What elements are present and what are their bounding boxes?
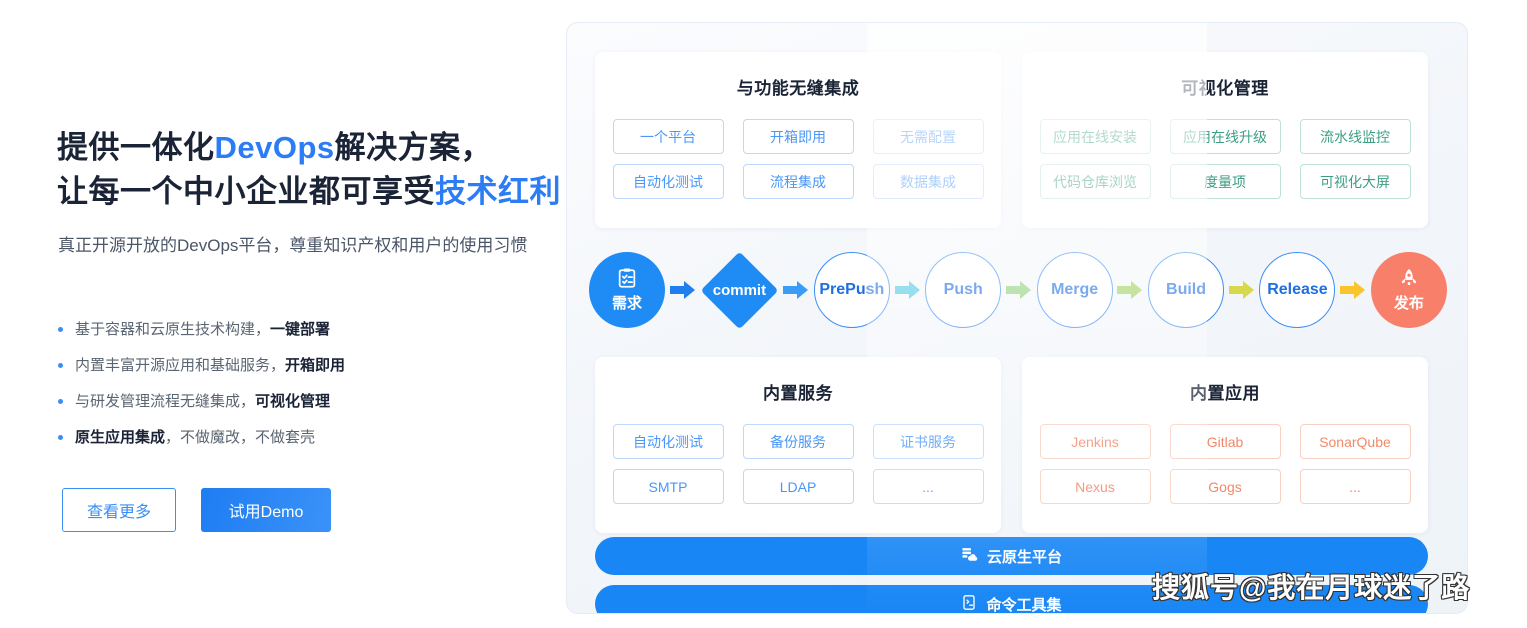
view-more-button[interactable]: 查看更多 [62,488,176,532]
pipeline-node-push[interactable]: Push [925,252,1002,328]
card-builtin-services: 内置服务 自动化测试 备份服务 证书服务 SMTP LDAP ... [595,357,1001,533]
tag-item[interactable]: 流水线监控 [1299,119,1411,154]
page-title: 提供一体化DevOps解决方案， 让每一个中小企业都可享受技术红利 [57,126,561,214]
tag-item[interactable]: 无需配置 [872,119,984,154]
tag-item[interactable]: 代码仓库浏览 [1039,164,1151,199]
architecture-diagram-panel: 与功能无缝集成 一个平台 开箱即用 无需配置 自动化测试 流程集成 数据集成 可… [566,22,1468,614]
tag-item[interactable]: Jenkins [1039,424,1151,459]
try-demo-button[interactable]: 试用Demo [201,488,331,532]
devops-pipeline-flow: 需求 commit PrePush Push Merge Build Relea… [589,235,1447,345]
tag-grid: 一个平台 开箱即用 无需配置 自动化测试 流程集成 数据集成 [595,119,1001,199]
watermark-text: 搜狐号@我在月球迷了路 [1152,572,1471,603]
terminal-icon [961,594,977,614]
pipeline-node-publish[interactable]: 发布 [1370,252,1447,328]
headline-part: 让每一个中小企业都可享受 [57,174,435,209]
tag-item[interactable]: 一个平台 [612,119,724,154]
tag-item[interactable]: 应用在线安装 [1039,119,1151,154]
bullet-emphasis: 原生应用集成 [75,429,166,446]
tag-item[interactable]: 自动化测试 [612,424,724,459]
card-title: 与功能无缝集成 [736,79,860,98]
tag-item[interactable]: ... [872,469,984,504]
hero-banner: 提供一体化DevOps解决方案， 让每一个中小企业都可享受技术红利 真正开源开放… [0,0,1527,628]
pipeline-node-commit[interactable]: commit [700,251,779,329]
flow-arrow-icon [1227,279,1257,301]
bullet-emphasis: 一键部署 [270,321,331,338]
pipeline-node-requirement[interactable]: 需求 [589,252,665,328]
pipeline-node-label: 需求 [611,295,642,312]
headline-highlight-devops: DevOps [214,130,335,165]
list-item: 内置丰富开源应用和基础服务，开箱即用 [58,354,518,378]
tag-item[interactable]: Gitlab [1169,424,1281,459]
tag-item[interactable]: 数据集成 [872,164,984,199]
pipeline-node-prepush[interactable]: PrePush [813,252,890,328]
headline-line-1: 提供一体化DevOps解决方案， [57,126,561,170]
flow-arrow-icon [1338,279,1368,301]
tag-item[interactable]: Nexus [1039,469,1151,504]
headline-part: 解决方案， [334,130,493,165]
rocket-icon [1398,267,1420,289]
feature-bullet-list: 基于容器和云原生技术构建，一键部署 内置丰富开源应用和基础服务，开箱即用 与研发… [58,318,518,462]
tag-item[interactable]: SonarQube [1299,424,1411,459]
tag-item[interactable]: 可视化大屏 [1299,164,1411,199]
bullet-emphasis: 可视化管理 [255,393,331,410]
list-item: 基于容器和云原生技术构建，一键部署 [58,318,518,342]
card-title: 可视化管理 [1181,79,1269,98]
list-item: 原生应用集成，不做魔改，不做套壳 [58,426,518,450]
card-feature-integration: 与功能无缝集成 一个平台 开箱即用 无需配置 自动化测试 流程集成 数据集成 [595,52,1001,228]
tag-grid: 应用在线安装 应用在线升级 流水线监控 代码仓库浏览 度量项 可视化大屏 [1022,119,1428,199]
flow-arrow-icon [893,279,923,301]
card-title: 内置应用 [1190,384,1260,403]
tag-item[interactable]: 备份服务 [742,424,854,459]
tag-item[interactable]: 证书服务 [872,424,984,459]
tag-item[interactable]: 自动化测试 [612,164,724,199]
pipeline-node-build[interactable]: Build [1148,252,1225,328]
pipeline-node-label: commit [712,281,767,299]
bullet-emphasis: 开箱即用 [285,357,346,374]
bar-label: 命令工具集 [986,596,1062,614]
tag-grid: 自动化测试 备份服务 证书服务 SMTP LDAP ... [595,424,1001,504]
pipeline-node-merge[interactable]: Merge [1036,252,1113,328]
tag-item[interactable]: 流程集成 [742,164,854,199]
tag-item[interactable]: 应用在线升级 [1169,119,1281,154]
flow-arrow-icon [668,279,698,301]
list-item: 与研发管理流程无缝集成，可视化管理 [58,390,518,414]
bullet-text: 基于容器和云原生技术构建， [75,321,271,338]
card-visual-management: 可视化管理 应用在线安装 应用在线升级 流水线监控 代码仓库浏览 度量项 可视化… [1022,52,1428,228]
tag-item[interactable]: 开箱即用 [742,119,854,154]
clipboard-check-icon [616,267,638,289]
headline-part: 提供一体化 [57,130,215,165]
tag-item[interactable]: LDAP [742,469,854,504]
tag-grid: Jenkins Gitlab SonarQube Nexus Gogs ... [1022,424,1428,504]
bullet-text-tail: ，不做魔改，不做套壳 [165,429,316,446]
bullet-text: 内置丰富开源应用和基础服务， [75,357,286,374]
cloud-server-icon [961,546,978,567]
headline-highlight-benefit: 技术红利 [435,174,561,209]
flow-arrow-icon [781,279,811,301]
pipeline-node-label: 发布 [1393,295,1424,312]
card-builtin-applications: 内置应用 Jenkins Gitlab SonarQube Nexus Gogs… [1022,357,1428,533]
card-title: 内置服务 [763,384,833,403]
hero-actions: 查看更多 试用Demo [62,488,331,532]
hero-text-column: 提供一体化DevOps解决方案， 让每一个中小企业都可享受技术红利 真正开源开放… [0,0,561,628]
tag-item[interactable]: SMTP [612,469,724,504]
tag-item[interactable]: Gogs [1169,469,1281,504]
pipeline-node-release[interactable]: Release [1259,252,1336,328]
bar-label: 云原生平台 [986,548,1062,566]
hero-description: 真正开源开放的DevOps平台，尊重知识产权和用户的使用习惯 [58,236,528,255]
headline-line-2: 让每一个中小企业都可享受技术红利 [57,170,561,214]
flow-arrow-icon [1115,279,1145,301]
bullet-text: 与研发管理流程无缝集成， [75,393,256,410]
tag-item[interactable]: ... [1299,469,1411,504]
tag-item[interactable]: 度量项 [1169,164,1281,199]
flow-arrow-icon [1004,279,1034,301]
